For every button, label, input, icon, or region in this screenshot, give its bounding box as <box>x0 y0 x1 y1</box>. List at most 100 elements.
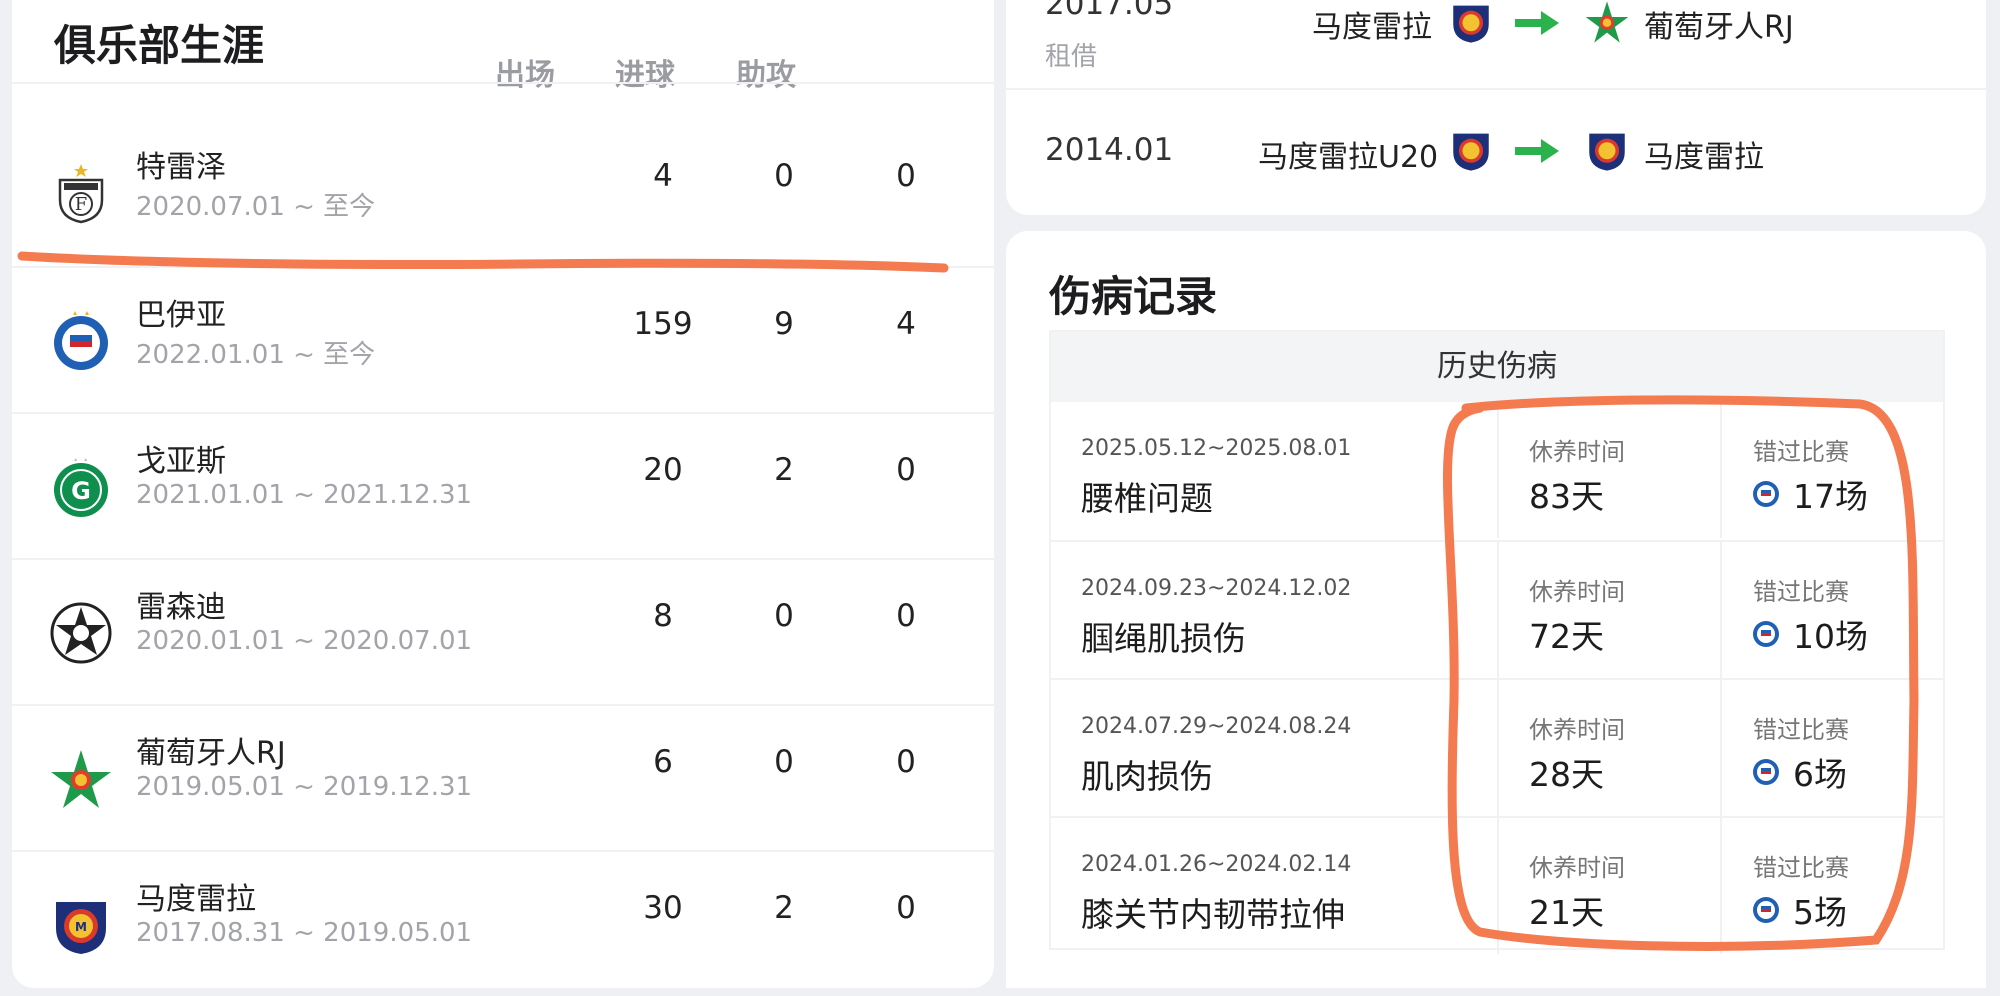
transfer-type: 租借 <box>1045 42 1098 72</box>
goias-crest-icon: G <box>54 458 108 517</box>
madureira-crest-icon <box>1453 5 1489 43</box>
injury-name: 膝关节内韧带拉伸 <box>1081 895 1345 934</box>
bahia-crest-icon <box>1753 621 1779 647</box>
assists-value: 0 <box>896 158 916 194</box>
madureira-crest-icon <box>1453 133 1489 171</box>
rest-label: 休养时间 <box>1529 578 1625 606</box>
goals-value: 2 <box>774 452 794 488</box>
injury-name: 腘绳肌损伤 <box>1081 619 1246 658</box>
club-career-card: 俱乐部生涯 出场 进球 助攻 F 特雷泽 2020.07.01 ~ 至今 4 0… <box>12 0 994 988</box>
rest-days: 72天 <box>1529 617 1604 656</box>
transfer-from-team: 马度雷拉U20 <box>1258 140 1439 175</box>
missed-matches: 6场 <box>1793 755 1847 794</box>
appearances-value: 30 <box>643 890 683 926</box>
svg-text:F: F <box>75 194 88 215</box>
bahia-crest-icon <box>1753 481 1779 507</box>
treze-crest-icon: F <box>58 164 104 224</box>
madureira-crest-icon <box>1589 133 1625 171</box>
missed-matches: 10场 <box>1793 617 1868 656</box>
rest-label: 休养时间 <box>1529 716 1625 744</box>
portuguesa-rj-crest-icon <box>51 750 111 808</box>
transfer-to-team: 马度雷拉 <box>1644 140 1764 175</box>
goals-value: 0 <box>774 744 794 780</box>
goals-value: 0 <box>774 158 794 194</box>
assists-value: 4 <box>896 306 916 342</box>
assists-value: 0 <box>896 598 916 634</box>
rest-label: 休养时间 <box>1529 438 1625 466</box>
missed-label: 错过比赛 <box>1753 716 1849 744</box>
club-row[interactable]: 巴伊亚 2022.01.01 ~ 至今 159 9 4 <box>12 266 994 412</box>
rest-days: 28天 <box>1529 755 1604 794</box>
resende-crest-icon <box>50 602 112 664</box>
column-appearances: 出场 <box>495 58 555 93</box>
goals-value: 2 <box>774 890 794 926</box>
club-name: 马度雷拉 <box>136 882 256 917</box>
transfer-to-team: 葡萄牙人RJ <box>1644 10 1794 45</box>
goals-value: 0 <box>774 598 794 634</box>
injury-row[interactable]: 2024.01.26~2024.02.14 膝关节内韧带拉伸 休养时间 21天 … <box>1051 816 1943 954</box>
injury-record-card: 伤病记录 历史伤病 2025.05.12~2025.08.01 腰椎问题 休养时… <box>1006 231 1986 988</box>
club-row[interactable]: F 特雷泽 2020.07.01 ~ 至今 4 0 0 <box>12 120 994 266</box>
bahia-crest-icon <box>1753 759 1779 785</box>
transfer-history-card: 2017.05 租借 马度雷拉 葡萄牙人RJ 2014.01 马度雷拉U20 马… <box>1006 0 1986 215</box>
appearances-value: 6 <box>653 744 673 780</box>
club-row[interactable]: 雷森迪 2020.01.01 ~ 2020.07.01 8 0 0 <box>12 558 994 704</box>
injury-record-title: 伤病记录 <box>1049 272 1218 321</box>
club-period: 2022.01.01 ~ 至今 <box>136 340 376 370</box>
injury-history-table: 历史伤病 2025.05.12~2025.08.01 腰椎问题 休养时间 83天… <box>1049 330 1945 954</box>
transfer-date: 2014.01 <box>1045 132 1174 168</box>
missed-matches: 5场 <box>1793 893 1847 932</box>
column-goals: 进球 <box>615 58 675 93</box>
club-period: 2019.05.01 ~ 2019.12.31 <box>136 772 473 802</box>
madureira-crest-icon: M <box>56 902 106 954</box>
missed-label: 错过比赛 <box>1753 854 1849 882</box>
appearances-value: 20 <box>643 452 683 488</box>
club-career-title: 俱乐部生涯 <box>54 21 265 70</box>
injury-dates: 2024.01.26~2024.02.14 <box>1081 852 1352 877</box>
assists-value: 0 <box>896 890 916 926</box>
rest-label: 休养时间 <box>1529 854 1625 882</box>
appearances-value: 8 <box>653 598 673 634</box>
missed-label: 错过比赛 <box>1753 438 1849 466</box>
injury-dates: 2024.07.29~2024.08.24 <box>1081 714 1352 739</box>
club-name: 葡萄牙人RJ <box>136 736 286 771</box>
injury-row[interactable]: 2024.09.23~2024.12.02 腘绳肌损伤 休养时间 72天 错过比… <box>1051 540 1943 678</box>
transfer-date: 2017.05 <box>1045 0 1174 22</box>
column-assists: 助攻 <box>736 58 796 93</box>
injury-row[interactable]: 2024.07.29~2024.08.24 肌肉损伤 休养时间 28天 错过比赛… <box>1051 678 1943 816</box>
club-row[interactable]: 葡萄牙人RJ 2019.05.01 ~ 2019.12.31 6 0 0 <box>12 704 994 850</box>
arrow-right-icon <box>1515 139 1559 163</box>
bahia-crest-icon <box>54 311 108 370</box>
transfer-from-team: 马度雷拉 <box>1312 10 1432 45</box>
injury-name: 腰椎问题 <box>1081 479 1213 518</box>
club-period: 2020.07.01 ~ 至今 <box>136 192 376 222</box>
arrow-right-icon <box>1515 11 1559 35</box>
assists-value: 0 <box>896 452 916 488</box>
injury-row[interactable]: 2025.05.12~2025.08.01 腰椎问题 休养时间 83天 错过比赛… <box>1051 402 1943 540</box>
rest-days: 21天 <box>1529 893 1604 932</box>
club-period: 2017.08.31 ~ 2019.05.01 <box>136 918 473 948</box>
club-name: 特雷泽 <box>136 150 226 185</box>
club-name: 巴伊亚 <box>136 298 226 333</box>
assists-value: 0 <box>896 744 916 780</box>
missed-matches: 17场 <box>1793 477 1868 516</box>
club-row[interactable]: G 戈亚斯 2021.01.01 ~ 2021.12.31 20 2 0 <box>12 412 994 558</box>
missed-label: 错过比赛 <box>1753 578 1849 606</box>
injury-dates: 2025.05.12~2025.08.01 <box>1081 436 1352 461</box>
club-name: 雷森迪 <box>136 590 226 625</box>
portuguesa-rj-crest-icon <box>1585 1 1629 43</box>
svg-text:G: G <box>71 477 91 505</box>
club-row[interactable]: M 马度雷拉 2017.08.31 ~ 2019.05.01 30 2 0 <box>12 850 994 996</box>
injury-table-header: 历史伤病 <box>1051 332 1943 402</box>
club-period: 2020.01.01 ~ 2020.07.01 <box>136 626 473 656</box>
appearances-value: 159 <box>633 306 693 342</box>
rest-days: 83天 <box>1529 477 1604 516</box>
appearances-value: 4 <box>653 158 673 194</box>
injury-dates: 2024.09.23~2024.12.02 <box>1081 576 1352 601</box>
club-name: 戈亚斯 <box>136 444 226 479</box>
bahia-crest-icon <box>1753 897 1779 923</box>
club-period: 2021.01.01 ~ 2021.12.31 <box>136 480 473 510</box>
goals-value: 9 <box>774 306 794 342</box>
injury-name: 肌肉损伤 <box>1081 757 1213 796</box>
svg-text:M: M <box>75 920 87 934</box>
